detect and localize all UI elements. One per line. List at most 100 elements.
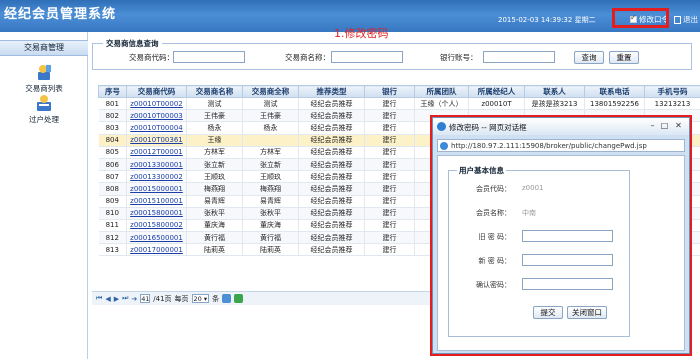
page-icon — [440, 142, 448, 150]
column-header: 序号 — [98, 85, 127, 98]
trader-code-link[interactable]: z00010T00361 — [126, 134, 187, 147]
table-cell: 801 — [98, 97, 127, 111]
logout-link[interactable]: 退出 — [674, 14, 698, 25]
reset-button[interactable]: 重置 — [609, 51, 639, 64]
trader-code-link[interactable]: z00013300002 — [126, 170, 187, 184]
table-cell: 810 — [98, 207, 127, 220]
sidebar: 交易商管理 交易商列表 过户处理 — [0, 32, 88, 359]
export-icon[interactable] — [234, 294, 244, 303]
sidebar-item-trader-list[interactable]: 交易商列表 — [0, 63, 88, 94]
pagination-bar: ⏮ ◀ ▶ ⏭ ➔ 41 /41页 每页 20 ▾ 条 — [92, 291, 432, 305]
trader-code-link[interactable]: z00010T00003 — [126, 109, 187, 123]
table-cell: 建行 — [364, 219, 415, 233]
minimize-icon[interactable]: – — [647, 121, 658, 131]
close-icon[interactable]: ✕ — [673, 121, 684, 131]
trader-code-input[interactable] — [173, 51, 245, 63]
table-cell: 建行 — [364, 182, 415, 196]
address-bar[interactable]: http://180.97.2.111:15908/broker/public/… — [437, 139, 685, 152]
table-cell: 黄行福 — [186, 231, 243, 245]
table-cell: 王缘（个人） — [414, 97, 469, 111]
trader-code-link[interactable]: z00010T00004 — [126, 121, 187, 135]
table-cell: 陆莉英 — [186, 243, 243, 257]
first-page-icon[interactable]: ⏮ — [96, 294, 102, 303]
close-window-button[interactable]: 关闭窗口 — [567, 306, 607, 319]
dialog-titlebar: 修改密码 -- 网页对话框 – □ ✕ — [433, 118, 689, 135]
old-password-label: 旧 密 码： — [478, 233, 511, 241]
trader-code-link[interactable]: z00015000001 — [126, 182, 187, 196]
trader-code-link[interactable]: z00010T00002 — [126, 97, 187, 111]
refresh-icon[interactable] — [222, 294, 232, 303]
per-page-label: 每页 — [174, 294, 189, 303]
member-name-value: 中南 — [522, 209, 536, 217]
new-password-input[interactable] — [522, 254, 613, 266]
trader-code-link[interactable]: z00015800002 — [126, 219, 187, 233]
column-header: 联系电话 — [584, 85, 645, 98]
trader-code-link[interactable]: z00016500001 — [126, 231, 187, 245]
trader-code-link[interactable]: z00015800001 — [126, 207, 187, 220]
datetime-display: 2015-02-03 14:39:32 星期二 — [498, 15, 596, 25]
table-cell: 803 — [98, 121, 127, 135]
next-page-icon[interactable]: ▶ — [114, 295, 119, 303]
confirm-password-label: 确认密码： — [476, 281, 511, 289]
maximize-icon[interactable]: □ — [659, 121, 670, 131]
old-password-input[interactable] — [522, 230, 613, 242]
confirm-password-input[interactable] — [522, 278, 613, 290]
table-cell: 809 — [98, 195, 127, 208]
table-cell: 张秋平 — [186, 207, 243, 220]
trader-code-link[interactable]: z00017000001 — [126, 243, 187, 257]
sidebar-item-label: 过户处理 — [29, 115, 59, 124]
table-cell: 杨永 — [242, 121, 299, 135]
weekday: 星期二 — [574, 16, 596, 24]
table-cell: 建行 — [364, 231, 415, 245]
per-page-value: 20 — [193, 295, 202, 303]
table-cell: 方林军 — [186, 146, 243, 159]
column-header: 交易商全称 — [242, 85, 299, 98]
bank-account-input[interactable] — [483, 51, 555, 63]
table-cell: 建行 — [364, 97, 415, 111]
trader-name-input[interactable] — [331, 51, 403, 63]
trader-name-label: 交易商名称： — [285, 53, 330, 62]
trader-code-link[interactable]: z00015100001 — [126, 195, 187, 208]
table-cell: 建行 — [364, 158, 415, 172]
browser-icon — [437, 122, 446, 131]
submit-button[interactable]: 提交 — [533, 306, 563, 319]
column-header: 所属团队 — [414, 85, 469, 98]
sidebar-section-header: 交易商管理 — [0, 40, 88, 56]
table-cell: 建行 — [364, 207, 415, 220]
table-cell: 807 — [98, 170, 127, 184]
table-cell: 经纪会员推荐 — [298, 97, 365, 111]
per-page-unit: 条 — [212, 294, 220, 303]
trader-code-link[interactable]: z00013300001 — [126, 158, 187, 172]
table-cell: 黄行福 — [242, 231, 299, 245]
annotation-step-1: 1.修改密码 — [334, 27, 389, 40]
table-cell: 813 — [98, 243, 127, 257]
app-title: 经纪会员管理系统 — [4, 7, 117, 22]
dialog-body: 用户基本信息 会员代码： z0001 会员名称： 中南 旧 密 码： 新 密 码… — [437, 155, 685, 351]
table-cell: 王顺玖 — [186, 170, 243, 184]
trader-code-link[interactable]: z00012T00001 — [126, 146, 187, 159]
address-url: http://180.97.2.111:15908/broker/public/… — [451, 142, 647, 150]
current-page-input[interactable]: 41 — [140, 294, 151, 303]
change-password-dialog: 修改密码 -- 网页对话框 – □ ✕ http://180.97.2.111:… — [432, 117, 690, 354]
user-info-legend: 用户基本信息 — [457, 165, 506, 176]
table-cell: 13801592256 — [584, 97, 645, 111]
table-cell: 806 — [98, 158, 127, 172]
sidebar-item-transfer[interactable]: 过户处理 — [0, 94, 88, 125]
per-page-select[interactable]: 20 ▾ — [191, 294, 210, 303]
user-info-fieldset: 用户基本信息 会员代码： z0001 会员名称： 中南 旧 密 码： 新 密 码… — [448, 165, 630, 337]
table-cell: 经纪会员推荐 — [298, 182, 365, 196]
logout-label: 退出 — [683, 15, 698, 24]
prev-page-icon[interactable]: ◀ — [105, 295, 110, 303]
transfer-icon — [35, 94, 53, 112]
table-cell: 建行 — [364, 146, 415, 159]
last-page-icon[interactable]: ⏭ — [122, 294, 128, 303]
table-cell: 13213213 — [644, 97, 700, 111]
table-row[interactable]: 801 z00010T00002 测试 测试 经纪会员推荐 建行 王缘（个人） z00010T… — [98, 97, 700, 111]
table-cell: 杨永 — [186, 121, 243, 135]
member-code-label: 会员代码： — [476, 185, 511, 193]
logout-icon — [674, 15, 681, 24]
table-cell: 测试 — [186, 97, 243, 111]
goto-page-icon[interactable]: ➔ — [131, 295, 137, 303]
table-cell: 经纪会员推荐 — [298, 134, 365, 147]
query-button[interactable]: 查询 — [574, 51, 604, 64]
